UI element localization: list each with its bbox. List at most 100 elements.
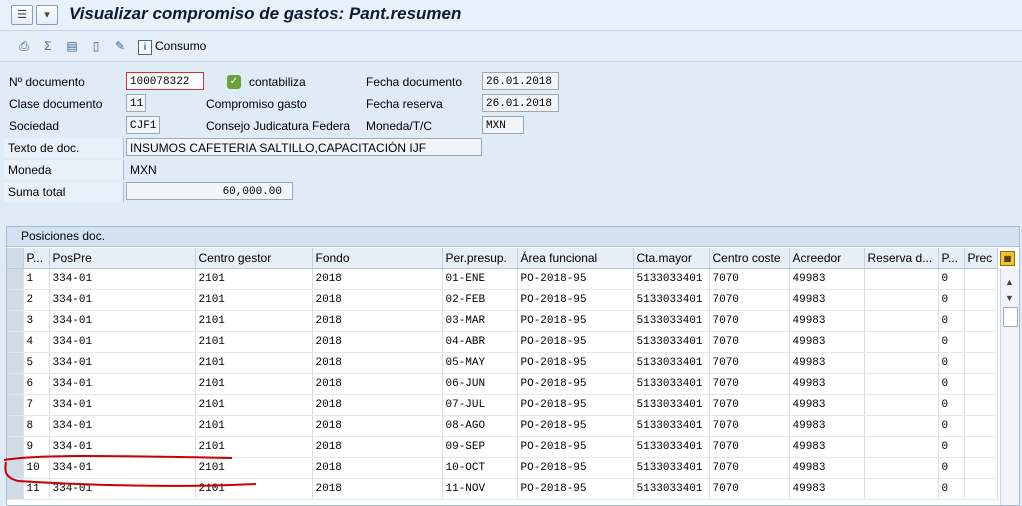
table-cell: 5133033401 (633, 352, 710, 374)
table-row[interactable]: 4 334-01 2101 2018 04-ABR PO-2018-95 513303340… (7, 331, 998, 353)
table-cell: 2101 (195, 457, 313, 479)
table-cell: 2101 (195, 310, 313, 332)
table-cell: 7070 (709, 289, 790, 311)
table-cell (864, 457, 939, 479)
table-row[interactable]: 6 334-01 2101 2018 06-JUN PO-2018-95 513303340… (7, 373, 998, 395)
table-row[interactable]: 2 334-01 2101 2018 02-FEB PO-2018-95 513303340… (7, 289, 998, 311)
scroll-thumb[interactable] (1003, 307, 1018, 327)
table-cell: PO-2018-95 (517, 268, 634, 290)
table-row[interactable]: 9 334-01 2101 2018 09-SEP PO-2018-95 513303340… (7, 436, 998, 458)
table-cell: 5133033401 (633, 478, 710, 500)
table-cell: 49983 (789, 457, 865, 479)
row-selector[interactable] (7, 394, 24, 416)
reservation-date-field[interactable]: 26.01.2018 (482, 94, 559, 112)
total-field[interactable]: 60,000.00 (126, 182, 293, 200)
row-selector[interactable] (7, 478, 24, 500)
col-header-cta-mayor[interactable]: Cta.mayor (633, 248, 710, 269)
application-toolbar: ⎙ Σ ▤ ▯ ✎ i Consumo (0, 31, 1022, 62)
consumo-button[interactable]: i Consumo (138, 38, 206, 55)
table-cell (864, 310, 939, 332)
table-row[interactable]: 5 334-01 2101 2018 05-MAY PO-2018-95 513303340… (7, 352, 998, 374)
col-header-fondo[interactable]: Fondo (312, 248, 443, 269)
table-cell (964, 478, 998, 500)
table-cell: 08-AGO (442, 415, 518, 437)
positions-title: Posiciones doc. (7, 227, 1019, 247)
row-selector[interactable] (7, 373, 24, 395)
col-header-centro-gestor[interactable]: Centro gestor (195, 248, 313, 269)
table-cell: PO-2018-95 (517, 457, 634, 479)
scroll-down-icon[interactable]: ▼ (1005, 293, 1014, 303)
table-cell: 0 (938, 268, 965, 290)
scroll-up-icon[interactable]: ▲ (1005, 277, 1014, 287)
col-header-prec[interactable]: Prec (964, 248, 998, 269)
row-selector[interactable] (7, 268, 24, 290)
doc-number-field[interactable]: 100078322 (126, 72, 204, 90)
table-cell (964, 331, 998, 353)
table-cell (964, 289, 998, 311)
table-cell (864, 415, 939, 437)
table-cell: 7070 (709, 415, 790, 437)
table-row[interactable]: 3 334-01 2101 2018 03-MAR PO-2018-95 513303340… (7, 310, 998, 332)
overview-icon[interactable]: ▤ (64, 38, 80, 54)
table-cell: 06-JUN (442, 373, 518, 395)
doc-date-field[interactable]: 26.01.2018 (482, 72, 559, 90)
total-label: Suma total (4, 182, 124, 202)
table-cell: 49983 (789, 352, 865, 374)
table-cell: 05-MAY (442, 352, 518, 374)
row-selector[interactable] (7, 352, 24, 374)
dropdown-arrow-icon[interactable]: ▾ (36, 5, 58, 25)
row-selector[interactable] (7, 310, 24, 332)
table-row[interactable]: 11 334-01 2101 2018 11-NOV PO-2018-95 51330334… (7, 478, 998, 500)
menu-icon[interactable]: ☰ (11, 5, 33, 25)
table-cell: 0 (938, 289, 965, 311)
col-header-pospre[interactable]: PosPre (49, 248, 196, 269)
col-header-p[interactable]: P... (938, 248, 965, 269)
currency-rate-field[interactable]: MXN (482, 116, 524, 134)
col-header-acreedor[interactable]: Acreedor (789, 248, 865, 269)
table-row[interactable]: 7 334-01 2101 2018 07-JUL PO-2018-95 513303340… (7, 394, 998, 416)
company-field[interactable]: CJF1 (126, 116, 160, 134)
table-cell: 7070 (709, 436, 790, 458)
doc-class-field[interactable]: 11 (126, 94, 146, 112)
col-header-per-presup[interactable]: Per.presup. (442, 248, 518, 269)
select-all-cell[interactable] (7, 248, 24, 269)
table-cell (964, 268, 998, 290)
row-selector[interactable] (7, 415, 24, 437)
table-cell (964, 436, 998, 458)
table-cell: 9 (23, 436, 50, 458)
doc-date-label: Fecha documento (366, 75, 463, 89)
table-cell: 49983 (789, 331, 865, 353)
table-cell: PO-2018-95 (517, 331, 634, 353)
doc-class-desc: Compromiso gasto (206, 97, 307, 111)
col-header-centro-coste[interactable]: Centro coste (709, 248, 790, 269)
row-selector[interactable] (7, 289, 24, 311)
row-selector[interactable] (7, 331, 24, 353)
col-header-area-funcional[interactable]: Área funcional (517, 248, 634, 269)
table-row[interactable]: 1 334-01 2101 2018 01-ENE PO-2018-95 513303340… (7, 268, 998, 290)
table-row[interactable]: 8 334-01 2101 2018 08-AGO PO-2018-95 513303340… (7, 415, 998, 437)
edit-icon[interactable]: ✎ (112, 38, 128, 54)
col-header-reserva[interactable]: Reserva d... (864, 248, 939, 269)
document-icon[interactable]: ▯ (88, 38, 104, 54)
vertical-scrollbar[interactable]: ▲ ▼ (1000, 269, 1019, 505)
doc-text-field[interactable]: INSUMOS CAFETERIA SALTILLO,CAPACITACIÓN … (126, 138, 482, 156)
row-selector[interactable] (7, 436, 24, 458)
table-cell: PO-2018-95 (517, 478, 634, 500)
col-header-pos[interactable]: P... (23, 248, 50, 269)
title-bar: ☰ ▾ Visualizar compromiso de gastos: Pan… (0, 0, 1022, 31)
table-cell: 5133033401 (633, 394, 710, 416)
table-cell (864, 478, 939, 500)
table-cell: 334-01 (49, 394, 196, 416)
company-label: Sociedad (9, 119, 60, 133)
table-cell: 49983 (789, 373, 865, 395)
table-cell: 7070 (709, 373, 790, 395)
sum-icon[interactable]: Σ (40, 38, 56, 54)
table-row[interactable]: 10 334-01 2101 2018 10-OCT PO-2018-95 51330334… (7, 457, 998, 479)
table-cell: PO-2018-95 (517, 436, 634, 458)
printer-icon[interactable]: ⎙ (16, 38, 32, 54)
table-cell (964, 310, 998, 332)
table-cell: 334-01 (49, 415, 196, 437)
layout-settings-icon[interactable]: ▦ (1000, 251, 1015, 266)
row-selector[interactable] (7, 457, 24, 479)
table-cell: 0 (938, 478, 965, 500)
